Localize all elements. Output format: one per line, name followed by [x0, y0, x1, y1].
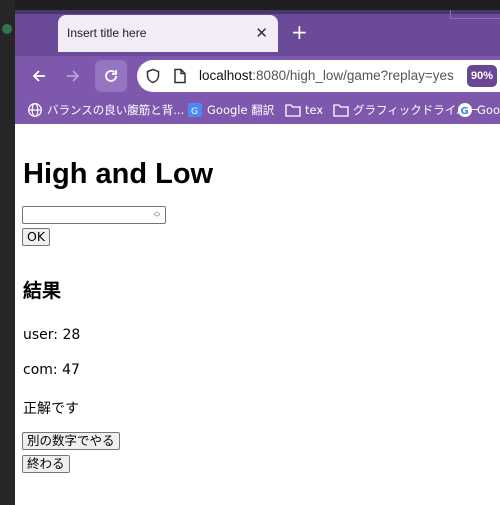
url-host: localhost [199, 68, 253, 83]
svg-text:G: G [461, 106, 469, 117]
user-number-text: user: 28 [23, 327, 81, 343]
svg-text:G: G [191, 107, 198, 117]
window-top-edge [15, 10, 500, 14]
play-again-button[interactable]: 別の数字でやる [22, 432, 120, 450]
browser-window: Insert title here ✕ + localhost:8080/hig… [15, 10, 500, 505]
number-input[interactable]: ︿ ﹀ [22, 206, 166, 224]
close-icon[interactable]: ✕ [255, 23, 268, 43]
reload-button[interactable] [95, 60, 127, 92]
end-button[interactable]: 終わる [22, 455, 70, 473]
reload-icon [105, 70, 117, 82]
ok-button[interactable]: OK [22, 228, 51, 246]
tab-active[interactable]: Insert title here ✕ [58, 15, 278, 52]
url-path: :8080/high_low/game?replay=yes [252, 68, 454, 83]
com-number-text: com: 47 [23, 362, 80, 378]
folder-icon [285, 104, 301, 117]
window-controls[interactable] [450, 10, 500, 19]
google-icon: G [458, 103, 472, 117]
zoom-badge[interactable]: 90% [467, 65, 497, 87]
new-tab-button[interactable]: + [291, 20, 308, 44]
page-content: High and Low ︿ ﹀ OK 結果 user: 28 com: 47 … [15, 124, 500, 505]
bookmark-label: tex [305, 103, 324, 117]
shield-icon [146, 68, 160, 84]
page-info-icon [174, 68, 186, 84]
bookmark-item[interactable]: G Goo [457, 101, 500, 119]
bookmarks-bar: バランスの良い腹筋と背... G Google 翻訳 tex グラフィックドライ… [15, 96, 500, 124]
globe-icon [28, 103, 42, 117]
url-text: localhost:8080/high_low/game?replay=yes [199, 68, 454, 83]
page-title: High and Low [23, 158, 214, 190]
taskbar-indicator-icon [2, 24, 12, 34]
back-button[interactable] [25, 62, 53, 90]
bookmark-label: Goo [477, 103, 500, 117]
arrow-left-icon [32, 70, 45, 82]
result-message: 正解です [23, 401, 79, 417]
navigation-toolbar: localhost:8080/high_low/game?replay=yes … [15, 56, 500, 96]
desktop-background [0, 0, 15, 505]
tab-strip: Insert title here ✕ + [15, 10, 500, 56]
tab-title: Insert title here [67, 26, 147, 40]
spin-buttons[interactable]: ︿ ﹀ [151, 208, 163, 222]
bookmark-item[interactable]: G Google 翻訳 [187, 101, 274, 119]
chevron-down-icon[interactable]: ﹀ [151, 215, 163, 222]
address-bar[interactable]: localhost:8080/high_low/game?replay=yes … [137, 60, 500, 92]
bookmark-label: バランスの良い腹筋と背... [47, 103, 185, 117]
bookmark-item[interactable]: tex [285, 101, 323, 119]
result-heading: 結果 [23, 280, 62, 302]
arrow-right-icon [67, 70, 80, 82]
bookmark-label: Google 翻訳 [207, 103, 275, 117]
google-translate-icon: G [188, 103, 202, 117]
forward-button[interactable] [59, 62, 87, 90]
bookmark-item[interactable]: バランスの良い腹筋と背... [27, 101, 184, 119]
folder-icon [333, 104, 349, 117]
